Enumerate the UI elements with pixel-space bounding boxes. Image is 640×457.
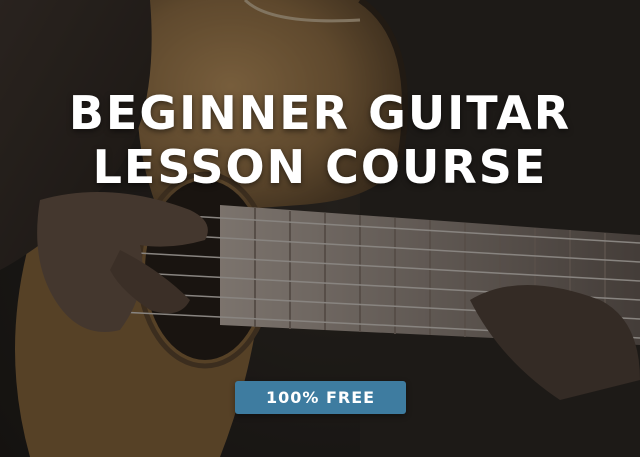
title-line-1: BEGINNER GUITAR <box>68 86 572 140</box>
course-title: BEGINNER GUITAR LESSON COURSE <box>0 86 640 194</box>
free-badge: 100% FREE <box>235 381 406 414</box>
title-line-2: LESSON COURSE <box>92 140 548 194</box>
hero-banner: BEGINNER GUITAR LESSON COURSE 100% FREE <box>0 0 640 457</box>
